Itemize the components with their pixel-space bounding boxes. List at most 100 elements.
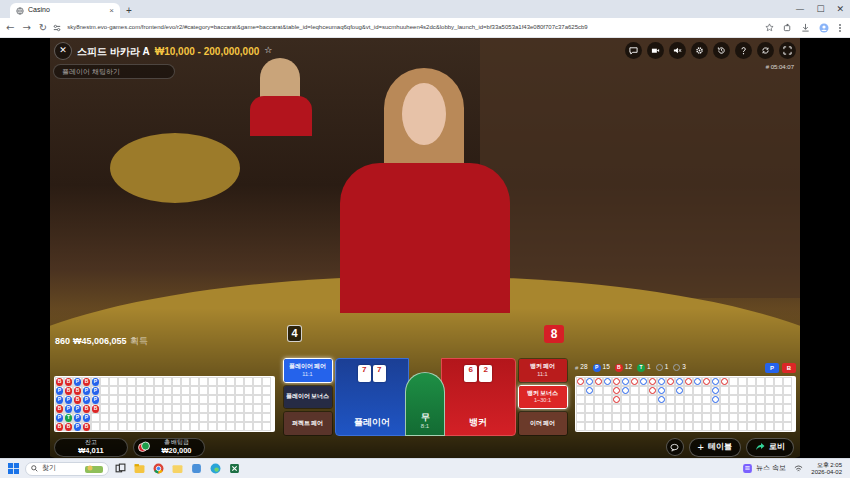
big-road-column [738,377,747,431]
menu-icon[interactable] [838,23,842,33]
window-control-button[interactable]: ✕ [836,5,844,14]
favorite-button[interactable]: ☆ [264,44,272,58]
side-bet[interactable]: 플레이어 보너스 [283,385,333,410]
road-cell [226,404,235,413]
road-cell: P [73,377,82,386]
window-control-button[interactable]: — [795,5,804,14]
side-bet[interactable]: 퍼펙트 페어 [283,411,333,436]
edge-icon[interactable] [210,463,221,474]
road-cell [621,395,630,404]
main-bets: 77 플레이어 무 8:1 62 뱅커 [335,358,516,436]
excel-icon[interactable] [229,463,240,474]
table-button[interactable]: + 테이블 [689,438,741,457]
road-cell: P [73,422,82,431]
road-cell [226,386,235,395]
road-cell [603,386,612,395]
address-bar: ← → ↻ sky8nestm.evo-games.com/frontend/evo… [0,18,850,38]
side-bet-label: 퍼펙트 페어 [292,420,324,428]
nav-button[interactable]: → [22,23,30,33]
extensions-icon[interactable] [783,23,792,32]
side-bet[interactable]: 플레이어 페어11:1 [283,358,333,383]
road-cell [603,413,612,422]
bead: P [74,378,81,386]
title-bar: ✕ 스피드 바카라 A ₩10,000 - 200,000,000 ☆ [54,42,272,60]
tie-bet[interactable]: 무 8:1 [405,372,445,436]
road-cell [208,404,217,413]
road-cell [109,413,118,422]
url-field[interactable]: sky8nestm.evo-games.com/frontend/evo/r2/… [67,23,759,32]
road-cell [657,377,666,386]
nav-button[interactable]: ↻ [39,23,47,33]
chat-input[interactable] [53,64,175,79]
site-info-icon[interactable] [53,24,61,32]
browser-tab[interactable]: Casino × [10,3,120,18]
network-icon[interactable] [794,464,803,473]
banker-bet[interactable]: 62 뱅커 [441,358,516,436]
settings-button[interactable] [691,42,708,59]
road-cell [100,377,109,386]
tab-close-button[interactable]: × [109,7,114,15]
predict-button[interactable]: P [765,363,779,373]
road-cell [253,413,262,422]
nav-actions: + 테이블 로비 [666,438,794,457]
chrome-icon[interactable] [153,463,164,474]
clock[interactable]: 오후 2:05 2026-04-02 [811,462,842,475]
road-cell [774,395,783,404]
download-icon[interactable] [801,23,810,32]
road-cell [181,377,190,386]
player-bet[interactable]: 77 플레이어 [335,358,410,436]
fullscreen-button[interactable] [779,42,796,59]
side-bet[interactable]: 뱅커 보너스1~30:1 [518,385,568,410]
road-cell [235,386,244,395]
refresh-button[interactable] [757,42,774,59]
big-road-ring [658,396,665,403]
road-cell [244,395,253,404]
video-button[interactable] [647,42,664,59]
road-cell: B [82,404,91,413]
history-button[interactable] [713,42,730,59]
stat-value: 1 [665,364,669,371]
side-bet[interactable]: 뱅커 페어11:1 [518,358,568,383]
close-game-button[interactable]: ✕ [54,42,72,60]
road-cell: P [64,404,73,413]
chat-toggle-button[interactable] [666,438,684,456]
lobby-button[interactable]: 로비 [746,438,794,457]
road-cell [594,386,603,395]
predict-button[interactable]: B [782,363,796,373]
windows-logo-icon[interactable] [8,463,19,474]
sound-button[interactable] [669,42,686,59]
big-road-column [675,377,684,431]
big-road-ring [694,378,701,385]
road-cell [630,386,639,395]
file-explorer-icon[interactable] [134,463,145,474]
task-view-icon[interactable] [115,463,126,474]
folder-icon[interactable] [172,463,183,474]
side-bet[interactable]: 이더 페어 [518,411,568,436]
road-cell [576,422,585,431]
big-road-column [666,377,675,431]
big-road-column [648,377,657,431]
window-control-button[interactable]: ☐ [816,5,824,14]
big-road-ring [712,378,719,385]
news-widget[interactable]: 뉴스 속보 [742,463,786,474]
game-toolbar [625,42,796,59]
app-icon[interactable] [191,463,202,474]
bookmark-icon[interactable] [765,23,774,32]
bead: B [65,387,72,395]
new-tab-button[interactable]: + [126,6,132,16]
help-button[interactable] [735,42,752,59]
road-cell [145,386,154,395]
road-cell [711,422,720,431]
road-cell [774,404,783,413]
profile-icon[interactable] [819,23,829,33]
road-cell [648,377,657,386]
road-cell [190,377,199,386]
taskbar-search[interactable]: 찾기 [25,462,109,476]
road-cell [181,404,190,413]
road-cell [621,377,630,386]
nav-button[interactable]: ← [6,23,14,33]
road-cell [783,395,792,404]
road-cell [226,413,235,422]
chat-button[interactable] [625,42,642,59]
road-cell [235,404,244,413]
